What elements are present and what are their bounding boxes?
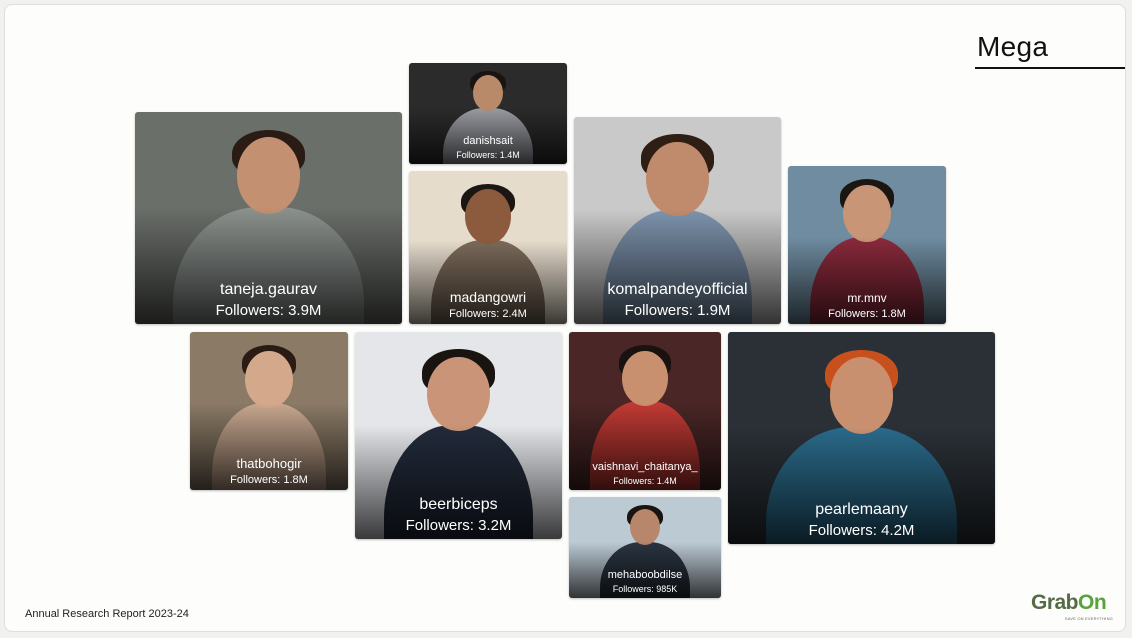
influencer-card-beerbiceps: beerbiceps Followers: 3.2M [355,332,562,539]
portrait-head [622,350,668,406]
influencer-followers: Followers: 1.4M [613,476,677,486]
influencer-card-thatbohogir: thatbohogir Followers: 1.8M [190,332,348,490]
logo-word-grab: Grab [1031,591,1079,614]
influencer-card-komalpandeyofficial: komalpandeyofficial Followers: 1.9M [574,117,781,324]
influencer-handle: madangowri [449,289,527,305]
influencer-handle: mr.mnv [847,291,887,305]
influencer-handle: mehaboobdilse [607,569,683,581]
influencer-card-taneja-gaurav: taneja.gaurav Followers: 3.9M [135,112,402,324]
grabon-logo: GrabOn SAVE ON EVERYTHING [1031,591,1115,621]
portrait-head [236,137,301,214]
influencer-card-danishsait: danishsait Followers: 1.4M [409,63,567,164]
influencer-followers: Followers: 1.4M [456,150,520,160]
influencer-card-mr-mnv: mr.mnv Followers: 1.8M [788,166,946,324]
influencer-followers: Followers: 985K [612,584,678,594]
influencer-card-madangowri: madangowri Followers: 2.4M [409,171,567,324]
influencer-followers: Followers: 1.8M [828,308,906,320]
influencer-card-pearlemaany: pearlemaany Followers: 4.2M [728,332,995,544]
portrait-head [245,350,293,408]
influencer-handle: komalpandeyofficial [607,281,748,298]
influencer-followers: Followers: 4.2M [808,522,915,539]
portrait-head [829,357,894,434]
influencer-handle: danishsait [463,135,513,147]
influencer-followers: Followers: 3.2M [405,517,512,534]
title-underline [975,67,1125,69]
report-footer: Annual Research Report 2023-24 [25,608,189,620]
influencer-followers: Followers: 3.9M [215,302,322,319]
portrait-head [472,75,504,112]
influencer-handle: vaishnavi_chaitanya_ [592,461,698,473]
influencer-handle: thatbohogir [236,456,302,471]
influencer-followers: Followers: 1.8M [230,474,308,486]
logo-tagline: SAVE ON EVERYTHING [1064,616,1113,621]
influencer-handle: beerbiceps [419,496,498,513]
logo-word-on: On [1078,591,1107,614]
influencer-followers: Followers: 2.4M [449,308,527,320]
portrait-head [646,141,709,217]
slide: Mega danishsait Followers: 1.4M taneja.ga… [4,4,1126,632]
influencer-handle: taneja.gaurav [220,281,317,298]
slide-title: Mega [977,31,1049,62]
portrait-head [843,184,891,242]
influencer-card-mehaboobdilse: mehaboobdilse Followers: 985K [569,497,721,598]
influencer-card-vaishnavi-chaitanya: vaishnavi_chaitanya_ Followers: 1.4M [569,332,721,490]
portrait-head [629,509,661,546]
influencer-followers: Followers: 1.9M [624,302,731,319]
portrait-head [465,189,511,245]
portrait-head [427,356,490,432]
influencer-handle: pearlemaany [815,501,908,518]
